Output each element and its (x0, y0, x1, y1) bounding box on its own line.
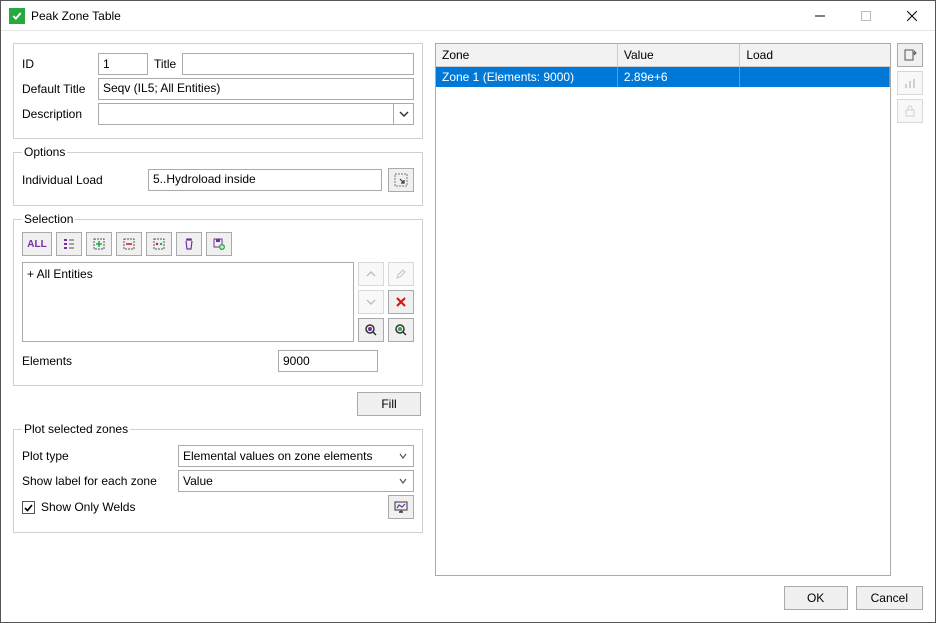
show-only-welds-checkbox[interactable]: Show Only Welds (22, 500, 135, 514)
title-bar: Peak Zone Table (1, 1, 935, 31)
description-dropdown[interactable] (98, 103, 414, 125)
lock-button[interactable] (897, 99, 923, 123)
show-only-welds-label: Show Only Welds (41, 500, 135, 514)
plot-group: Plot selected zones Plot type Elemental … (13, 422, 423, 533)
default-title-label: Default Title (22, 82, 92, 96)
select-all-button[interactable]: ALL (22, 232, 52, 256)
value-cell: 2.89e+6 (617, 67, 739, 88)
app-icon (9, 8, 25, 24)
elements-label: Elements (22, 354, 272, 368)
minimize-button[interactable] (797, 1, 843, 30)
edit-entity-button[interactable] (388, 262, 414, 286)
chevron-down-icon (393, 446, 413, 466)
select-by-list-button[interactable] (56, 232, 82, 256)
show-label-dropdown[interactable]: Value (178, 470, 414, 492)
save-selection-button[interactable] (206, 232, 232, 256)
value-header[interactable]: Value (617, 44, 739, 67)
identity-group: ID Title Default Title Seqv (IL5; All En… (13, 43, 423, 139)
move-up-button[interactable] (358, 262, 384, 286)
entities-list-item[interactable]: + All Entities (27, 267, 349, 281)
zoom-dark-button[interactable] (358, 318, 384, 342)
entities-list[interactable]: + All Entities (22, 262, 354, 342)
select-box-toggle-button[interactable] (146, 232, 172, 256)
individual-load-label: Individual Load (22, 173, 142, 187)
dialog-footer: OK Cancel (13, 576, 923, 610)
select-box-remove-button[interactable] (116, 232, 142, 256)
description-label: Description (22, 107, 92, 121)
select-box-add-button[interactable] (86, 232, 112, 256)
fill-button[interactable]: Fill (357, 392, 421, 416)
plot-type-dropdown[interactable]: Elemental values on zone elements (178, 445, 414, 467)
remove-entity-button[interactable] (388, 290, 414, 314)
close-button[interactable] (889, 1, 935, 30)
plot-display-button[interactable] (388, 495, 414, 519)
zone-header[interactable]: Zone (436, 44, 617, 67)
options-group: Options Individual Load 5..Hydroload ins… (13, 145, 423, 206)
window-title: Peak Zone Table (31, 9, 797, 23)
id-label: ID (22, 57, 92, 71)
load-header[interactable]: Load (740, 44, 890, 67)
plot-type-value: Elemental values on zone elements (183, 449, 372, 463)
selection-group: Selection ALL (13, 212, 423, 386)
chart-button[interactable] (897, 71, 923, 95)
show-label-value: Value (183, 474, 213, 488)
load-cell (740, 67, 890, 88)
pick-load-button[interactable] (388, 168, 414, 192)
ok-button[interactable]: OK (784, 586, 848, 610)
elements-field[interactable] (278, 350, 378, 372)
table-row[interactable]: Zone 1 (Elements: 9000) 2.89e+6 (436, 67, 890, 88)
maximize-button[interactable] (843, 1, 889, 30)
id-field[interactable] (98, 53, 148, 75)
export-button[interactable] (897, 43, 923, 67)
plot-legend: Plot selected zones (22, 422, 130, 436)
title-field[interactable] (182, 53, 414, 75)
selection-legend: Selection (22, 212, 75, 226)
chevron-down-icon (393, 104, 413, 124)
zoom-green-button[interactable] (388, 318, 414, 342)
options-legend: Options (22, 145, 67, 159)
zone-cell: Zone 1 (Elements: 9000) (436, 67, 617, 88)
show-label-label: Show label for each zone (22, 474, 172, 488)
cancel-button[interactable]: Cancel (856, 586, 923, 610)
zone-table[interactable]: Zone Value Load Zone 1 (Elements: 9000) … (435, 43, 891, 576)
checkbox-icon (22, 501, 35, 514)
plot-type-label: Plot type (22, 449, 172, 463)
chevron-down-icon (393, 471, 413, 491)
individual-load-field[interactable]: 5..Hydroload inside (148, 169, 382, 191)
title-label: Title (154, 57, 176, 71)
move-down-button[interactable] (358, 290, 384, 314)
default-title-field: Seqv (IL5; All Entities) (98, 78, 414, 100)
delete-selection-button[interactable] (176, 232, 202, 256)
